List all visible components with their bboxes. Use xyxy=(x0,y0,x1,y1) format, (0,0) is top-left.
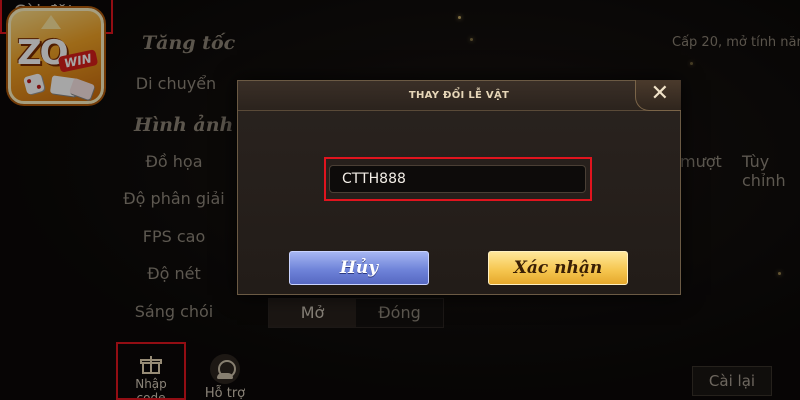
confirm-button[interactable]: Xác nhận xyxy=(488,251,628,285)
code-input-highlight xyxy=(324,157,592,201)
gift-code-dialog: THAY ĐỔI LỄ VẬT ✕ Hủy Xác nhận xyxy=(237,80,681,295)
dialog-title: THAY ĐỔI LỄ VẬT xyxy=(408,90,510,101)
cancel-button[interactable]: Hủy xyxy=(289,251,429,285)
close-icon: ✕ xyxy=(650,81,669,106)
dialog-header: THAY ĐỔI LỄ VẬT xyxy=(238,81,680,111)
close-button[interactable]: ✕ xyxy=(635,80,681,111)
